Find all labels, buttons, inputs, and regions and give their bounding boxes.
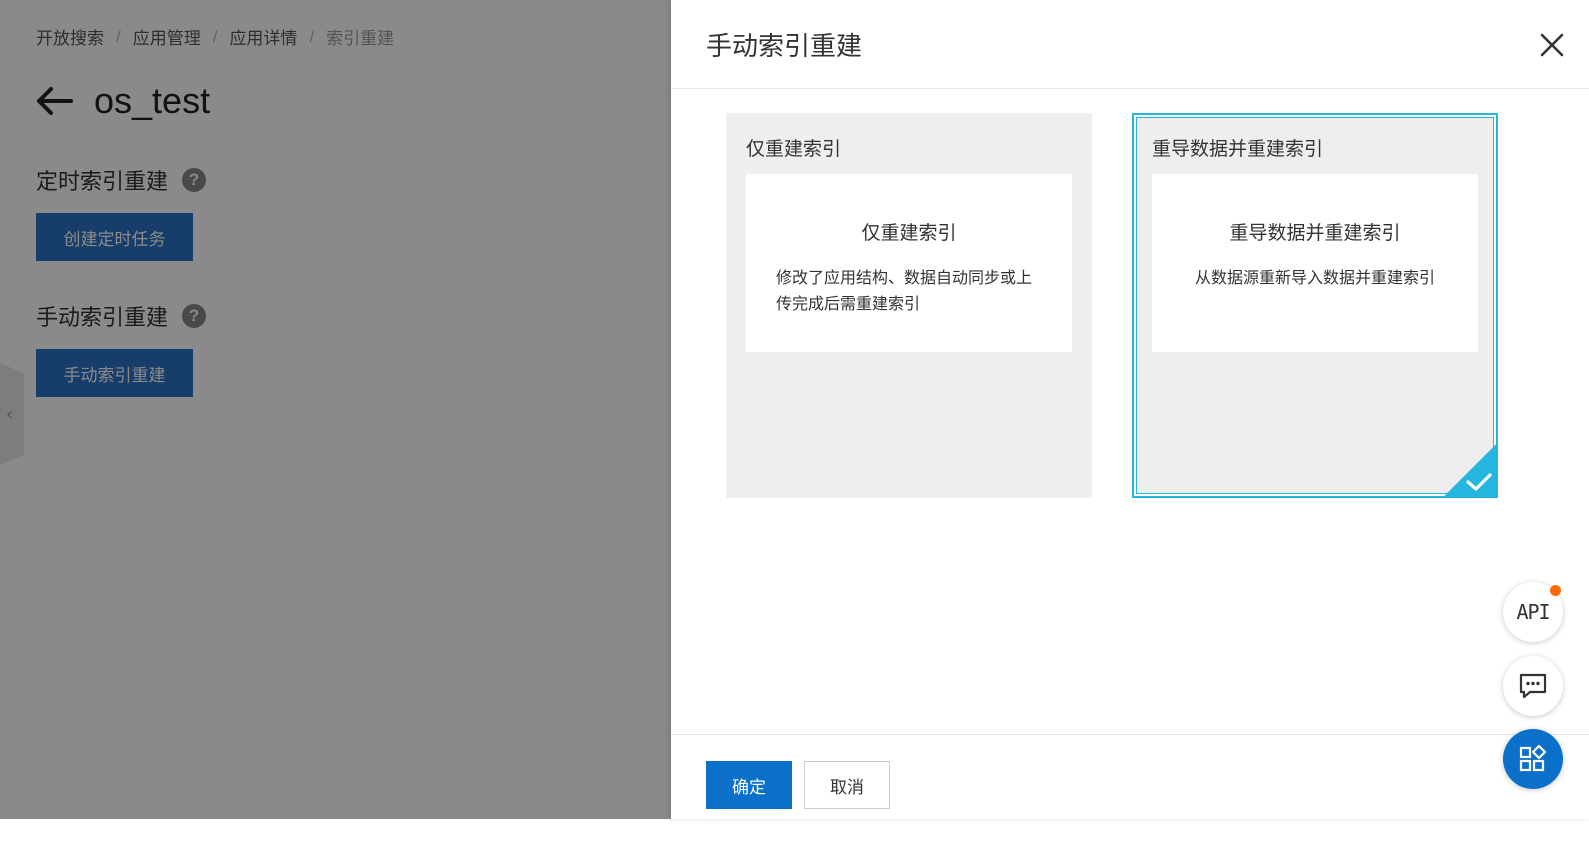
checkmark-icon [1466,473,1492,491]
option-description: 从数据源重新导入数据并重建索引 [1194,268,1435,287]
notification-dot [1550,585,1561,596]
option-detail-panel: 重导数据并重建索引 从数据源重新导入数据并重建索引 [1152,174,1478,352]
drawer-footer: 确定 取消 [671,734,1589,819]
modal-overlay[interactable] [0,0,671,819]
option-description: 修改了应用结构、数据自动同步或上传完成后需重建索引 [776,268,1033,313]
chat-icon[interactable] [1503,656,1563,716]
selected-corner-badge [1444,444,1496,496]
option-inner-title: 重导数据并重建索引 [1229,222,1401,244]
api-icon[interactable]: API [1503,582,1563,642]
option-title: 仅重建索引 [746,138,842,160]
api-label: API [1516,600,1550,624]
cancel-button[interactable]: 取消 [804,761,890,809]
close-icon[interactable] [1535,28,1569,62]
manual-rebuild-drawer: 手动索引重建 仅重建索引 仅重建索引 修改了应用结构、数据自动同步或上传完成后需… [671,0,1589,819]
option-detail-panel: 仅重建索引 修改了应用结构、数据自动同步或上传完成后需重建索引 [746,174,1072,352]
bottom-strip [0,819,1589,857]
drawer-title: 手动索引重建 [706,31,863,62]
confirm-button[interactable]: 确定 [706,761,792,809]
option-reimport-and-rebuild[interactable]: 重导数据并重建索引 重导数据并重建索引 从数据源重新导入数据并重建索引 [1132,113,1498,498]
apps-icon[interactable] [1503,729,1563,789]
drawer-header: 手动索引重建 [671,0,1589,89]
option-inner-title: 仅重建索引 [861,222,957,244]
option-rebuild-index-only[interactable]: 仅重建索引 仅重建索引 修改了应用结构、数据自动同步或上传完成后需重建索引 [726,113,1092,498]
option-title: 重导数据并重建索引 [1152,138,1324,160]
